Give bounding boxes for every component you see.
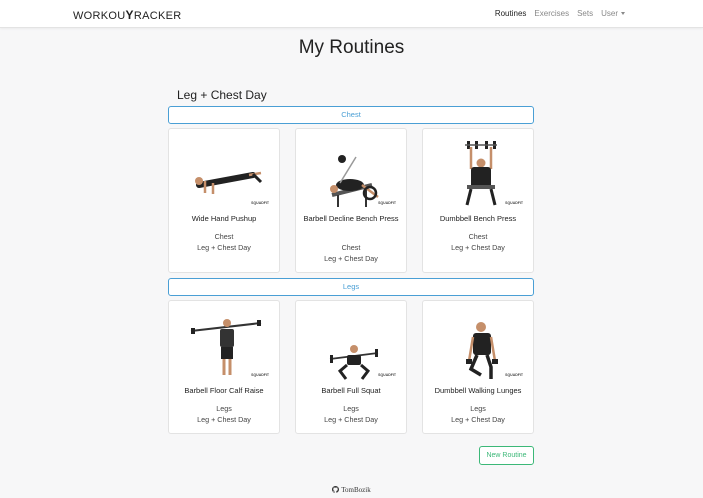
nav-user-label: User: [601, 9, 618, 18]
exercise-card[interactable]: SQUADFIT Barbell Decline Bench Press Che…: [295, 128, 407, 273]
muscle-group: Chest: [468, 232, 488, 241]
exercise-card[interactable]: SQUADFIT Wide Hand Pushup Chest Leg + Ch…: [168, 128, 280, 273]
brand-y: Y: [125, 8, 134, 22]
brand-text-left: WORKOU: [73, 10, 126, 22]
exercise-name: Barbell Decline Bench Press: [303, 214, 399, 223]
caret-down-icon: [621, 12, 625, 16]
new-routine-button[interactable]: New Routine: [479, 446, 534, 465]
footer-author: TomBozik: [341, 486, 371, 494]
github-icon: [332, 486, 340, 493]
routine-name: Leg + Chest Day: [177, 88, 267, 102]
exercise-name: Dumbbell Walking Lunges: [434, 386, 522, 395]
exercise-name: Dumbbell Bench Press: [439, 214, 517, 223]
brand-logo[interactable]: WORKOUYRACKER: [73, 8, 182, 22]
exercise-name: Barbell Full Squat: [321, 386, 381, 395]
decline-bench-image: [330, 155, 379, 207]
routine-label: Leg + Chest Day: [451, 415, 505, 424]
muscle-group: Legs: [216, 404, 232, 413]
exercise-name: Barbell Floor Calf Raise: [184, 386, 264, 395]
watermark-logo: SQUADFIT: [251, 373, 269, 377]
exercise-card[interactable]: SQUADFIT Barbell Full Squat Legs Leg + C…: [295, 300, 407, 434]
exercise-card[interactable]: SQUADFIT Dumbbell Bench Press Chest Leg …: [422, 128, 534, 273]
routine-label: Leg + Chest Day: [197, 415, 251, 424]
muscle-group: Chest: [214, 232, 234, 241]
calf-raise-image: [190, 319, 262, 375]
watermark-logo: SQUADFIT: [505, 201, 523, 205]
nav-exercises[interactable]: Exercises: [534, 9, 569, 18]
nav-routines[interactable]: Routines: [495, 9, 527, 18]
exercise-card[interactable]: SQUADFIT Dumbbell Walking Lunges Legs Le…: [422, 300, 534, 434]
nav-user-dropdown[interactable]: User: [601, 9, 625, 18]
muscle-group: Legs: [470, 404, 486, 413]
exercise-name: Wide Hand Pushup: [191, 214, 257, 223]
routine-label: Leg + Chest Day: [324, 254, 378, 263]
group-header-chest[interactable]: Chest: [168, 106, 534, 124]
watermark-logo: SQUADFIT: [505, 373, 523, 377]
exercise-card[interactable]: SQUADFIT Barbell Floor Calf Raise Legs L…: [168, 300, 280, 434]
group-header-legs[interactable]: Legs: [168, 278, 534, 296]
navbar: WORKOUYRACKER Routines Exercises Sets Us…: [0, 0, 703, 28]
routine-label: Leg + Chest Day: [451, 243, 505, 252]
watermark-logo: SQUADFIT: [251, 201, 269, 205]
watermark-logo: SQUADFIT: [378, 373, 396, 377]
footer-author-link[interactable]: TomBozik: [332, 486, 371, 494]
pushup-image: [195, 171, 263, 194]
watermark-logo: SQUADFIT: [378, 201, 396, 205]
footer: TomBozik: [0, 486, 703, 494]
full-squat-image: [329, 345, 379, 380]
page-title: My Routines: [298, 37, 405, 58]
dumbbell-bench-image: [465, 141, 497, 206]
nav-sets[interactable]: Sets: [577, 9, 593, 18]
muscle-group: Chest: [341, 243, 361, 252]
brand-text-right: RACKER: [133, 10, 182, 22]
routine-label: Leg + Chest Day: [197, 243, 251, 252]
walking-lunges-image: [466, 322, 498, 379]
nav-links: Routines Exercises Sets User: [495, 9, 625, 18]
muscle-group: Legs: [343, 404, 359, 413]
routine-label: Leg + Chest Day: [324, 415, 378, 424]
